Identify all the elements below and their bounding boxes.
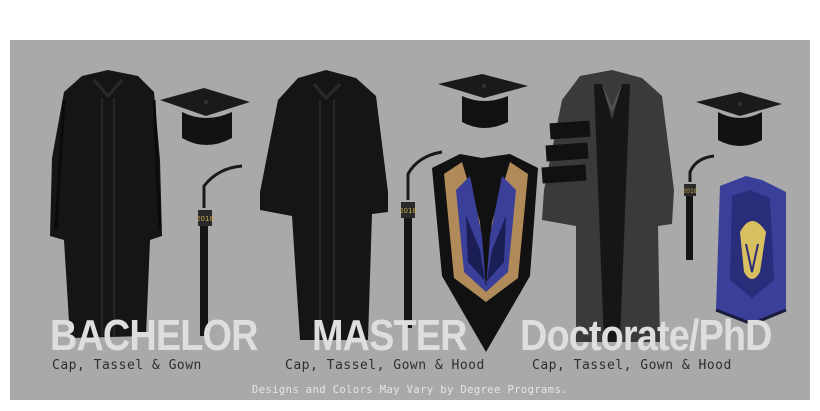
bachelor-title: BACHELOR — [50, 311, 258, 360]
doctorate-hood — [715, 176, 787, 326]
doctorate-tassel: 2018 — [682, 154, 715, 260]
master-cap — [438, 74, 528, 128]
doctorate-title: Doctorate/PhD — [520, 311, 772, 360]
doctorate-items: Cap, Tassel, Gown & Hood — [532, 358, 732, 373]
master-title: MASTER — [312, 311, 467, 360]
regalia-panel: 2018 2018 2018 BACHELOR Cap, Tassel & Go… — [10, 40, 810, 400]
doctorate-gown — [541, 70, 674, 342]
footer-note: Designs and Colors May Vary by Degree Pr… — [252, 384, 568, 396]
master-gown — [260, 70, 388, 340]
bachelor-tassel-charm: 2018 — [196, 215, 214, 223]
master-items: Cap, Tassel, Gown & Hood — [285, 358, 485, 373]
doctorate-tassel-charm: 2018 — [682, 188, 697, 195]
master-tassel-charm: 2018 — [399, 207, 417, 215]
bachelor-cap — [160, 88, 250, 145]
bachelor-items: Cap, Tassel & Gown — [52, 358, 202, 373]
doctorate-cap — [696, 92, 782, 146]
bachelor-gown — [50, 70, 162, 338]
